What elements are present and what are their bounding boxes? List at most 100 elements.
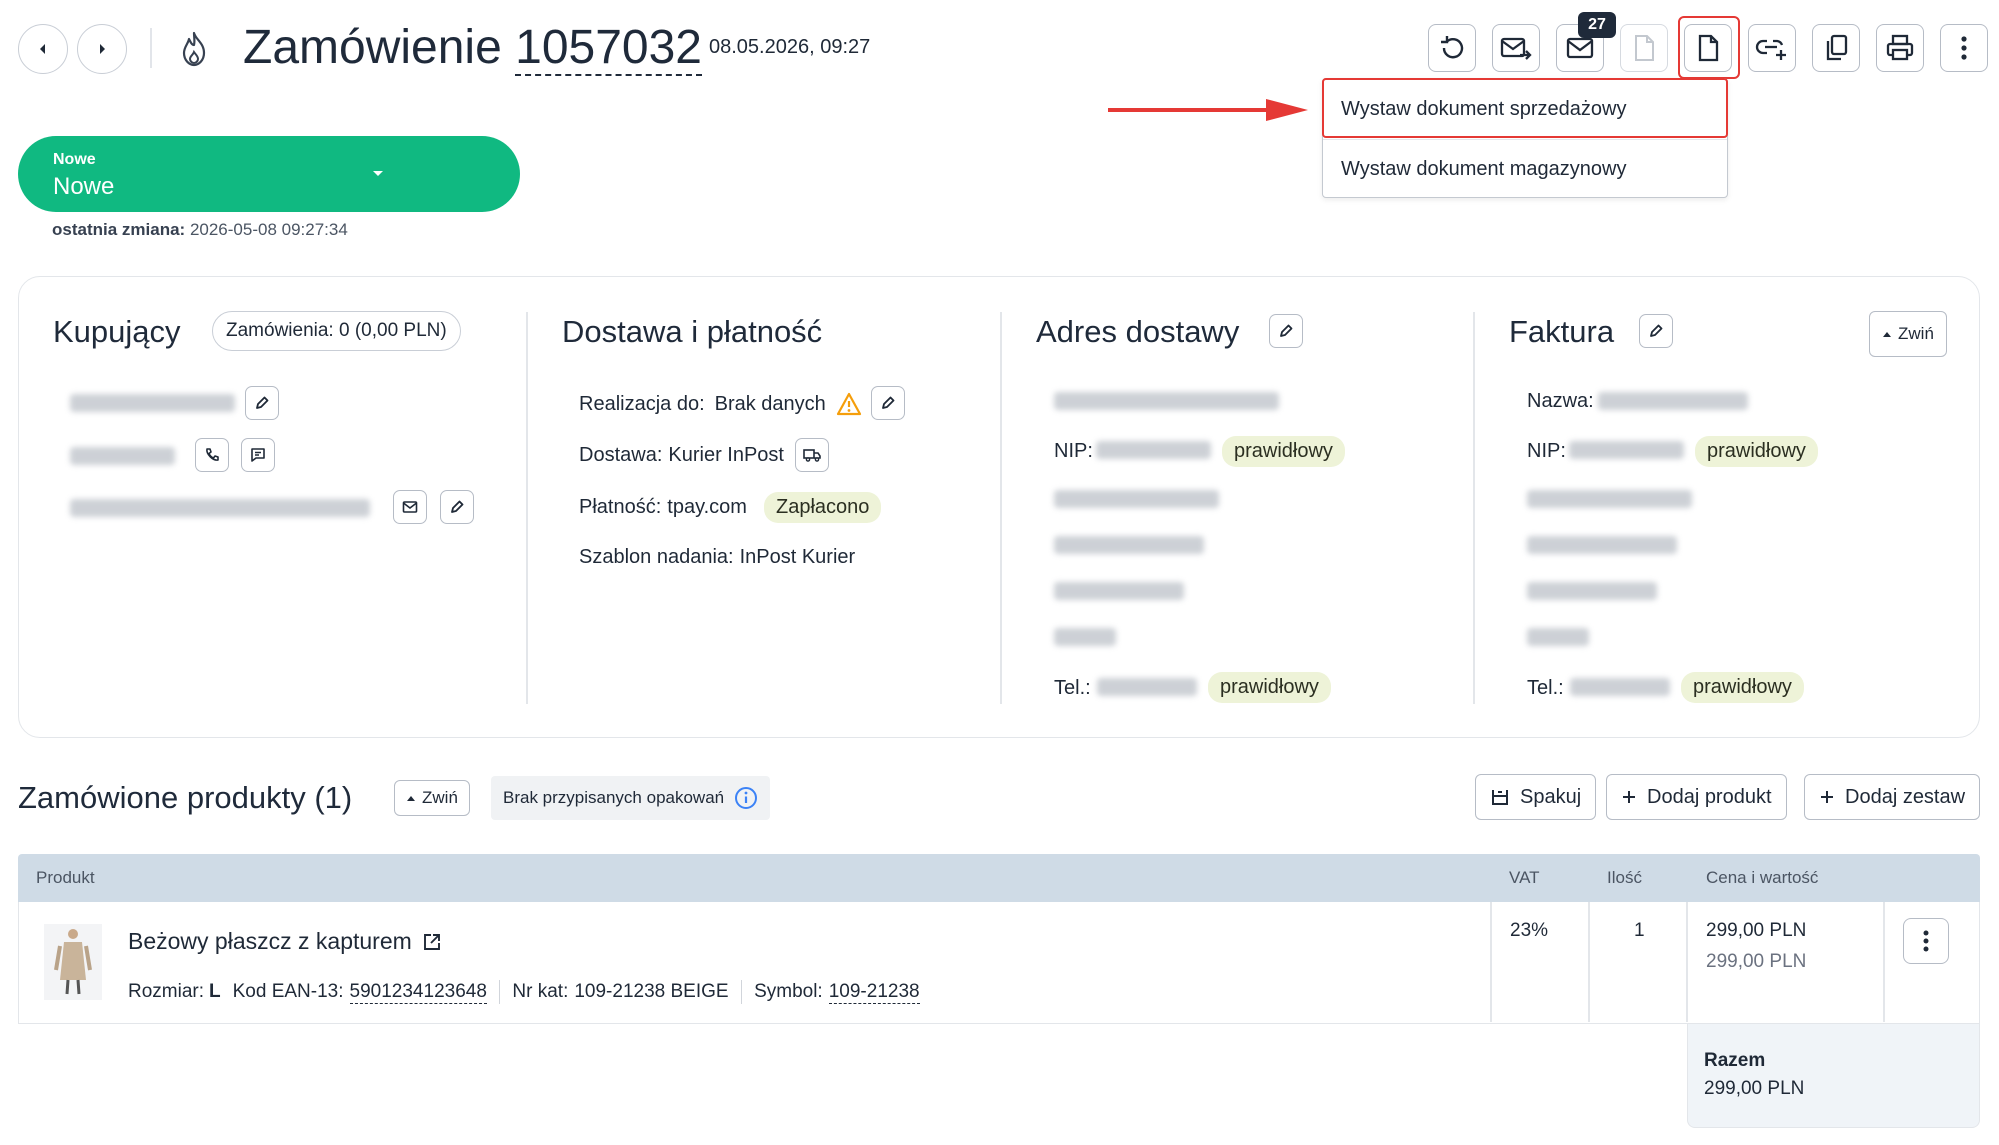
invoice-tel-status-badge: prawidłowy [1681,672,1804,703]
last-change-label: ostatnia zmiana: [52,220,186,239]
add-product-button[interactable]: Dodaj produkt [1606,774,1787,820]
edit-buyer-email-button[interactable] [440,490,474,524]
add-product-label: Dodaj produkt [1647,785,1772,808]
call-buyer-button[interactable] [195,438,229,472]
email-buyer-button[interactable] [393,490,427,524]
document-disabled-button[interactable] [1620,24,1668,72]
document-icon [1635,35,1654,61]
address-name-redacted [1054,392,1279,410]
header-divider [150,28,152,68]
edit-buyer-name-button[interactable] [245,386,279,420]
product-more-actions-button[interactable] [1903,918,1949,964]
warning-icon [836,392,861,416]
status-last-change: ostatnia zmiana: 2026-05-08 09:27:34 [52,220,348,240]
copy-icon [1826,34,1848,61]
invoice-tel-redacted [1570,678,1670,696]
catalog-label: Nr kat: [512,981,569,1002]
product-thumbnail[interactable] [44,924,102,1000]
product-name-row: Beżowy płaszcz z kapturem [128,928,442,955]
invoice-name-label: Nazwa: [1527,390,1594,412]
catalog-value: 109-21238 BEIGE [574,981,729,1002]
menu-item-warehouse-document[interactable]: Wystaw dokument magazynowy [1323,140,1727,198]
collapse-products-label: Zwiń [422,788,458,807]
status-select[interactable]: Nowe Nowe [18,136,520,212]
previous-order-button[interactable] [18,24,68,74]
column-qty: Ilość [1607,868,1642,887]
info-icon[interactable] [734,786,758,810]
order-number-link[interactable]: 1057032 [515,21,702,76]
collapse-products-button[interactable]: Zwiń [394,780,470,816]
plus-icon [1821,791,1833,803]
refresh-button[interactable] [1428,24,1476,72]
message-buyer-button[interactable] [241,438,275,472]
invoice-street-redacted [1527,536,1677,554]
edit-delivery-address-button[interactable] [1269,314,1303,348]
collapse-details-button[interactable]: Zwiń [1869,311,1947,357]
column-divider [1473,312,1475,704]
mail-icon [1566,37,1594,59]
size-value: L [209,981,221,1002]
flame-icon [176,30,212,73]
annotation-arrow [1108,96,1308,129]
duplicate-order-button[interactable] [1812,24,1860,72]
shipping-template-row: Szablon nadania: InPost Kurier [579,546,855,569]
invoice-nip-label: NIP: [1527,440,1566,462]
phone-icon [206,448,219,461]
symbol-label: Symbol: [754,981,823,1002]
send-email-button[interactable] [1492,24,1540,72]
invoice-name-redacted [1598,392,1748,410]
total-label: Razem [1704,1050,1766,1071]
delivery-row: Dostawa: Kurier InPost [579,444,784,467]
add-link-button[interactable] [1748,24,1796,72]
buyer-orders-badge[interactable]: Zamówienia: 0 (0,00 PLN) [212,311,461,351]
pencil-icon [256,396,269,409]
invoice-nip-redacted [1569,441,1684,459]
edit-invoice-button[interactable] [1639,314,1673,348]
link-plus-icon [1755,39,1786,60]
payment-row: Płatność: tpay.com [579,496,747,519]
issue-document-button[interactable] [1684,24,1732,72]
payment-label: Płatność: [579,496,662,518]
print-button[interactable] [1876,24,1924,72]
package-icon [1492,790,1508,805]
ean-label: Kod EAN-13: [232,981,344,1002]
more-actions-button[interactable] [1940,24,1988,72]
external-link-icon[interactable] [422,932,442,952]
total-value: 299,00 PLN [1704,1078,1805,1099]
pencil-icon [1280,324,1293,337]
product-price: 299,00 PLN [1706,920,1807,941]
column-divider [526,312,528,704]
more-vertical-icon [1961,36,1967,60]
status-value: Nowe [53,173,115,200]
buyer-email-redacted [70,499,370,517]
delivery-address-title: Adres dostawy [1036,314,1240,349]
order-datetime: 08.05.2026, 09:27 [709,36,871,58]
add-set-button[interactable]: Dodaj zestaw [1804,774,1981,820]
products-table-header: Produkt VAT Ilość Cena i wartość [18,854,1980,902]
add-set-label: Dodaj zestaw [1845,785,1966,808]
next-order-button[interactable] [77,24,127,74]
product-name[interactable]: Beżowy płaszcz z kapturem [128,928,412,955]
shipment-button[interactable] [795,438,829,472]
packaging-note: Brak przypisanych opakowań [503,788,725,807]
product-value: 299,00 PLN [1706,951,1807,972]
address-person-redacted [1054,490,1219,508]
truck-icon [803,449,821,462]
chevron-left-icon [40,44,45,54]
column-product: Produkt [36,868,95,887]
column-price: Cena i wartość [1706,868,1819,887]
delivery-title: Dostawa i płatność [562,314,823,349]
status-small-label: Nowe [53,151,96,168]
mail-forward-icon [1500,37,1532,60]
template-label: Szablon nadania: [579,546,734,568]
symbol-value[interactable]: 109-21238 [828,981,920,1004]
edit-realization-button[interactable] [871,386,905,420]
payment-value: tpay.com [667,496,747,518]
address-street-redacted [1054,536,1204,554]
address-tel-status-badge: prawidłowy [1208,672,1331,703]
pack-button[interactable]: Spakuj [1475,774,1597,820]
invoice-person-redacted [1527,490,1692,508]
product-attributes: Rozmiar: L Kod EAN-13: 5901234123648 Nr … [128,980,920,1004]
ean-value[interactable]: 5901234123648 [349,981,487,1004]
address-nip-label: NIP: [1054,440,1093,462]
